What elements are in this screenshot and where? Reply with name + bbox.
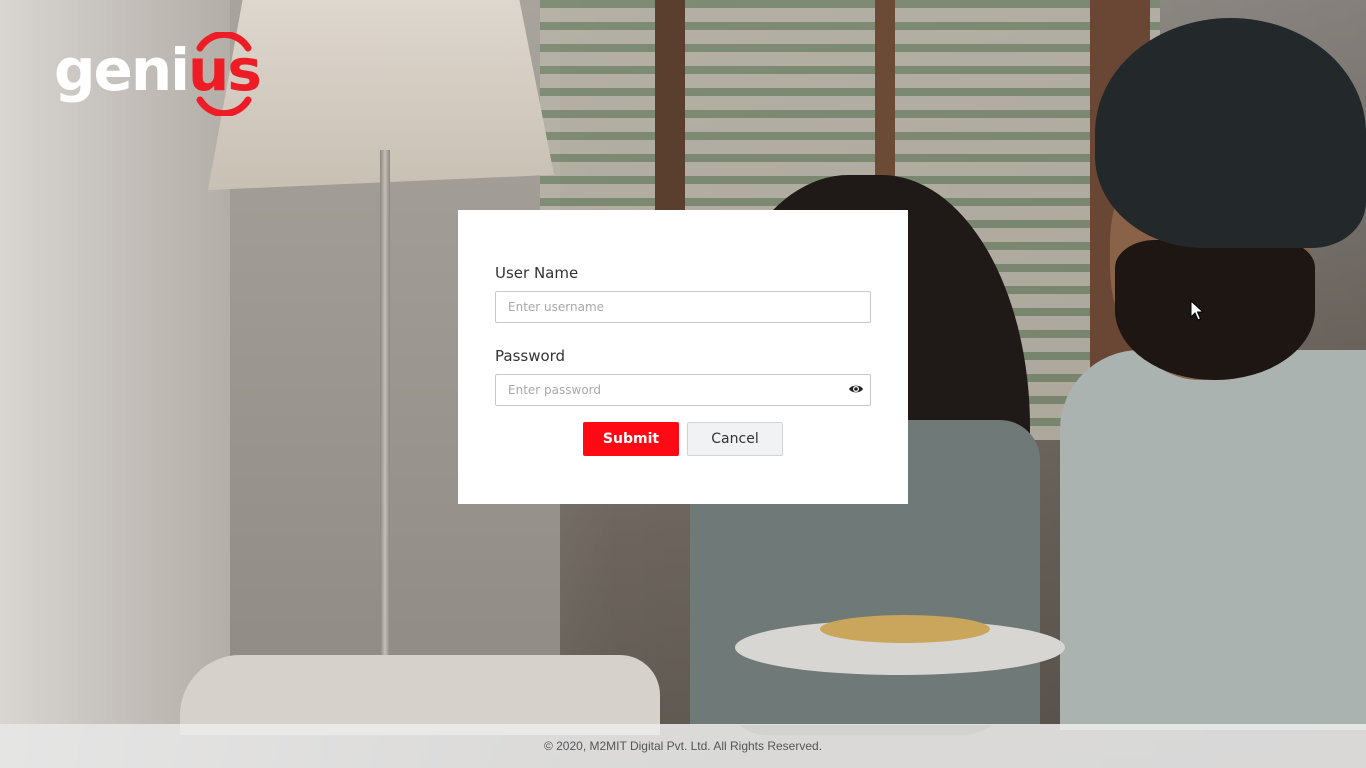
username-field-wrap: [495, 291, 871, 323]
food: [820, 615, 990, 643]
man-turban: [1095, 18, 1366, 248]
copyright-text: © 2020, M2MIT Digital Pvt. Ltd. All Righ…: [543, 739, 823, 753]
genius-logo: genius: [54, 32, 264, 116]
footer: © 2020, M2MIT Digital Pvt. Ltd. All Righ…: [0, 724, 1366, 768]
mouse-cursor-icon: [1190, 300, 1204, 321]
eye-icon[interactable]: [848, 383, 864, 395]
password-label: Password: [495, 347, 566, 365]
password-input[interactable]: [495, 374, 871, 406]
lamp-pole: [380, 150, 390, 660]
button-row: Submit Cancel: [495, 422, 871, 456]
password-field-wrap: [495, 374, 871, 406]
cancel-button[interactable]: Cancel: [687, 422, 783, 456]
username-input[interactable]: [495, 291, 871, 323]
man-shirt: [1060, 350, 1366, 730]
man-beard: [1115, 240, 1315, 380]
logo-text-main: geni: [54, 36, 190, 104]
logo-arc-icon: [196, 32, 252, 116]
username-label: User Name: [495, 264, 579, 282]
submit-button[interactable]: Submit: [583, 422, 679, 456]
login-card: User Name Password Submit Cancel: [458, 210, 908, 504]
sofa: [180, 655, 660, 735]
